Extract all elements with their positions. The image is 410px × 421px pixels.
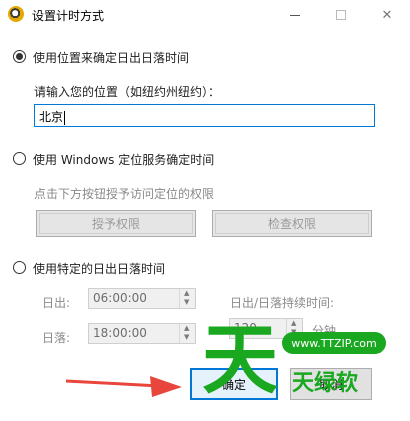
location-input-value: 北京 — [39, 110, 64, 124]
sunrise-label: 日出: — [42, 296, 71, 310]
maximize-button[interactable] — [318, 0, 364, 30]
location-prompt: 请输入您的位置（如纽约州纽约）： — [34, 85, 221, 99]
sunset-label: 日落: — [42, 331, 71, 345]
sunrise-time-input[interactable]: 06:00:00 ▲ ▼ — [88, 288, 196, 309]
location-input[interactable]: 北京 — [34, 104, 375, 127]
watermark-logo-char: 天 — [202, 315, 278, 404]
duration-label: 日出/日落持续时间: — [230, 296, 335, 310]
minimize-button[interactable] — [272, 0, 318, 30]
arrow-shaft — [65, 379, 161, 388]
sunset-time-value: 18:00:00 — [93, 326, 147, 340]
text-caret — [64, 110, 66, 125]
radio-specific-times-label[interactable]: 使用特定的日出日落时间 — [33, 260, 165, 277]
windows-location-hint: 点击下方按钮授予访问定位的权限 — [34, 187, 215, 201]
check-permission-button[interactable]: 检查权限 — [212, 210, 372, 237]
minimize-icon — [290, 14, 300, 16]
sunrise-spin-buttons[interactable]: ▲ ▼ — [179, 289, 195, 308]
radio-use-location[interactable] — [13, 50, 26, 63]
sunset-spin-buttons[interactable]: ▲ ▼ — [179, 324, 195, 343]
spin-down-icon[interactable]: ▼ — [184, 299, 189, 306]
watermark-text: 天绿软 — [292, 371, 359, 396]
button-focus-frame — [215, 213, 369, 234]
watermark-url: www.TTZIP.com — [282, 332, 386, 354]
spin-up-icon[interactable]: ▲ — [184, 325, 189, 332]
title-bar: 设置计时方式 ✕ — [0, 0, 410, 30]
sunset-time-input[interactable]: 18:00:00 ▲ ▼ — [88, 323, 196, 344]
app-icon — [8, 6, 24, 22]
sunrise-time-value: 06:00:00 — [93, 291, 147, 305]
spin-up-icon[interactable]: ▲ — [184, 290, 189, 297]
radio-windows-location[interactable] — [13, 152, 26, 165]
close-icon: ✕ — [381, 7, 393, 23]
button-focus-frame — [39, 213, 193, 234]
grant-permission-button[interactable]: 授予权限 — [36, 210, 196, 237]
radio-specific-times[interactable] — [13, 261, 26, 274]
arrow-head — [150, 376, 182, 397]
radio-windows-location-label[interactable]: 使用 Windows 定位服务确定时间 — [33, 151, 214, 168]
window-title: 设置计时方式 — [32, 9, 105, 23]
close-button[interactable]: ✕ — [364, 0, 410, 30]
spin-down-icon[interactable]: ▼ — [184, 334, 189, 341]
spin-up-icon[interactable]: ▲ — [291, 320, 296, 327]
radio-use-location-label[interactable]: 使用位置来确定日出日落时间 — [33, 49, 189, 66]
maximize-icon — [336, 10, 346, 20]
